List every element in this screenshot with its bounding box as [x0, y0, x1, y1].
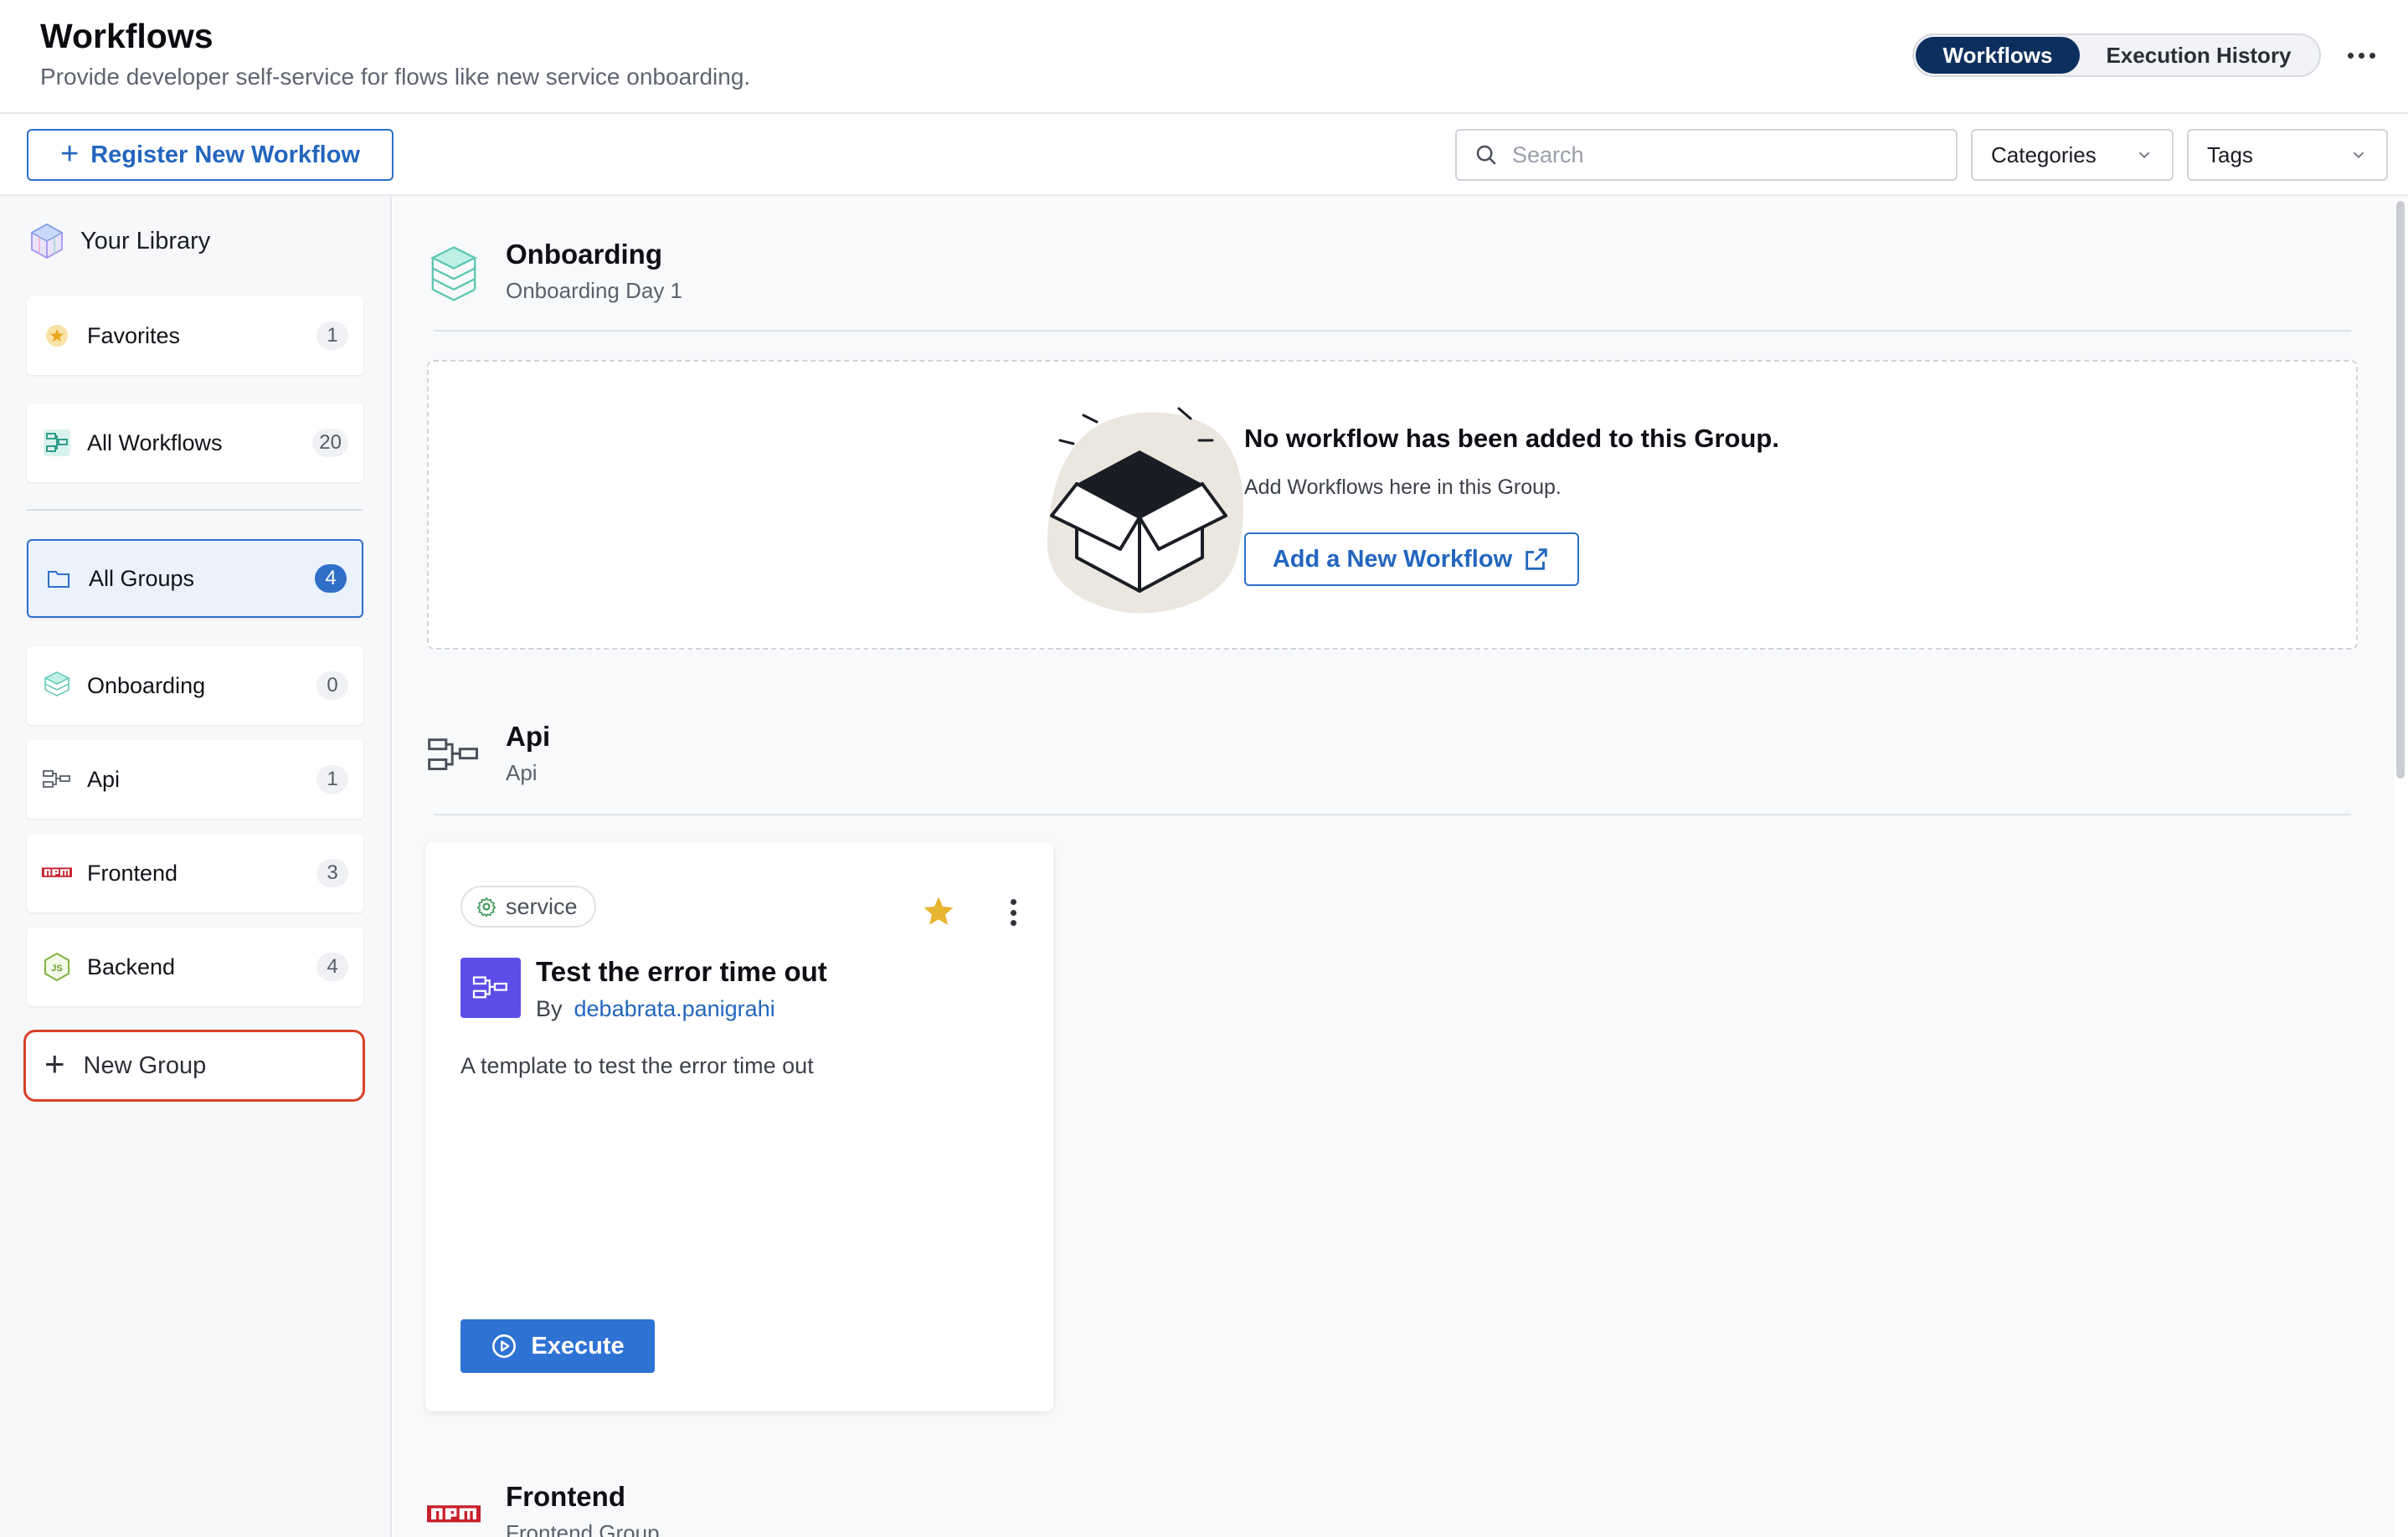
group-header-frontend: Frontend Frontend Group — [427, 1480, 660, 1537]
sidebar-item-label: Backend — [87, 954, 176, 979]
workflow-type-icon — [461, 958, 521, 1018]
workflow-card[interactable]: service Test the error time out By debabr… — [425, 842, 1053, 1411]
empty-group-title: No workflow has been added to this Group… — [1244, 424, 1779, 453]
toolbar: + Register New Workflow Categories Tags — [0, 114, 2408, 196]
api-icon — [427, 725, 481, 785]
workflow-description: A template to test the error time out — [461, 1053, 814, 1078]
group-divider — [434, 814, 2351, 815]
tags-label: Tags — [2207, 141, 2253, 167]
sidebar-item-frontend[interactable]: Frontend 3 — [27, 834, 363, 912]
library-cube-icon — [30, 223, 64, 260]
sidebar-item-label: Frontend — [87, 860, 178, 886]
group-name: Api — [506, 721, 551, 752]
sidebar-item-count: 4 — [315, 564, 347, 593]
folder-icon — [44, 563, 74, 594]
register-new-workflow-button[interactable]: + Register New Workflow — [27, 129, 394, 181]
nodejs-icon: JS — [42, 952, 72, 982]
stack-icon — [427, 243, 481, 303]
page-header: Workflows Provide developer self-service… — [0, 0, 2408, 114]
search-box — [1455, 129, 1958, 181]
tags-dropdown[interactable]: Tags — [2187, 129, 2388, 181]
execute-label: Execute — [531, 1332, 625, 1360]
sidebar-item-backend[interactable]: JS Backend 4 — [27, 928, 363, 1006]
sidebar-item-label: Api — [87, 766, 121, 792]
your-library-header: Your Library — [27, 221, 210, 261]
sidebar-divider — [27, 509, 363, 511]
library-title: Your Library — [80, 227, 211, 254]
star-icon[interactable] — [921, 894, 956, 929]
sidebar-item-count: 4 — [316, 953, 348, 981]
api-icon — [42, 764, 72, 794]
new-group-label: New Group — [83, 1051, 207, 1079]
npm-icon — [427, 1485, 481, 1537]
group-header-onboarding: Onboarding Onboarding Day 1 — [427, 238, 682, 304]
workflow-tag[interactable]: service — [461, 886, 596, 928]
chevron-down-icon — [2353, 152, 2364, 159]
sidebar-item-count: 1 — [316, 321, 348, 350]
play-circle-icon — [492, 1334, 517, 1358]
group-divider — [434, 330, 2351, 332]
plus-icon: + — [44, 1044, 65, 1083]
sidebar-item-favorites[interactable]: Favorites 1 — [27, 296, 363, 375]
svg-text:JS: JS — [51, 964, 62, 974]
sidebar-item-all-groups[interactable]: All Groups 4 — [27, 539, 363, 618]
sidebar-item-count: 1 — [316, 765, 348, 794]
group-description: Onboarding Day 1 — [506, 277, 683, 303]
main-content: Onboarding Onboarding Day 1 No workflow … — [394, 196, 2395, 1537]
add-workflow-label: Add a New Workflow — [1272, 545, 1513, 573]
view-toggle: Workflows Execution History — [1912, 33, 2321, 77]
register-button-label: Register New Workflow — [90, 141, 360, 168]
search-input[interactable] — [1510, 141, 1946, 169]
tab-execution-history[interactable]: Execution History — [2080, 37, 2318, 74]
new-group-button[interactable]: + New Group — [23, 1030, 365, 1102]
sidebar-item-label: Favorites — [87, 322, 181, 348]
scrollbar[interactable] — [2396, 201, 2405, 779]
sidebar: Your Library Favorites 1 All Workflows 2… — [0, 196, 392, 1537]
add-new-workflow-button[interactable]: Add a New Workflow — [1244, 532, 1579, 586]
workflows-icon — [42, 428, 72, 458]
workflow-tag-label: service — [506, 893, 578, 919]
empty-box-illustration — [1047, 407, 1243, 614]
sidebar-item-label: All Workflows — [87, 429, 223, 455]
star-badge-icon — [42, 321, 72, 351]
empty-group-placeholder: No workflow has been added to this Group… — [427, 360, 2358, 650]
tab-workflows[interactable]: Workflows — [1916, 37, 2080, 74]
group-description: Api — [506, 759, 538, 785]
by-label: By — [536, 996, 563, 1021]
sidebar-item-label: All Groups — [89, 565, 195, 591]
kebab-menu-icon[interactable] — [1005, 896, 1021, 929]
chevron-down-icon — [2138, 152, 2150, 159]
sidebar-item-all-workflows[interactable]: All Workflows 20 — [27, 404, 363, 482]
app-root: Workflows Provide developer self-service… — [0, 0, 2408, 1537]
categories-label: Categories — [1991, 141, 2097, 167]
execute-button[interactable]: Execute — [461, 1319, 655, 1373]
external-link-icon — [1526, 548, 1547, 570]
group-header-api: Api Api — [427, 720, 550, 786]
stack-icon — [42, 671, 72, 701]
workflow-byline: By debabrata.panigrahi — [536, 996, 775, 1022]
empty-group-text: Add Workflows here in this Group. — [1244, 475, 1562, 499]
author-link[interactable]: debabrata.panigrahi — [574, 996, 775, 1021]
workflow-title[interactable]: Test the error time out — [536, 956, 827, 988]
sidebar-item-count: 3 — [316, 859, 348, 887]
sidebar-item-count: 0 — [316, 671, 348, 700]
sidebar-item-label: Onboarding — [87, 672, 206, 698]
sidebar-item-api[interactable]: Api 1 — [27, 740, 363, 819]
npm-icon — [42, 858, 72, 888]
sidebar-item-onboarding[interactable]: Onboarding 0 — [27, 646, 363, 725]
page-subtitle: Provide developer self-service for flows… — [40, 64, 751, 90]
categories-dropdown[interactable]: Categories — [1971, 129, 2174, 181]
page-title: Workflows — [40, 17, 214, 55]
plus-icon: + — [60, 136, 80, 172]
search-icon — [1476, 145, 1496, 165]
sidebar-item-count: 20 — [312, 429, 348, 457]
gear-icon — [476, 897, 497, 918]
more-options-icon[interactable] — [2341, 39, 2381, 72]
group-name: Onboarding — [506, 239, 662, 270]
group-name: Frontend — [506, 1481, 625, 1512]
group-description: Frontend Group — [506, 1519, 660, 1537]
